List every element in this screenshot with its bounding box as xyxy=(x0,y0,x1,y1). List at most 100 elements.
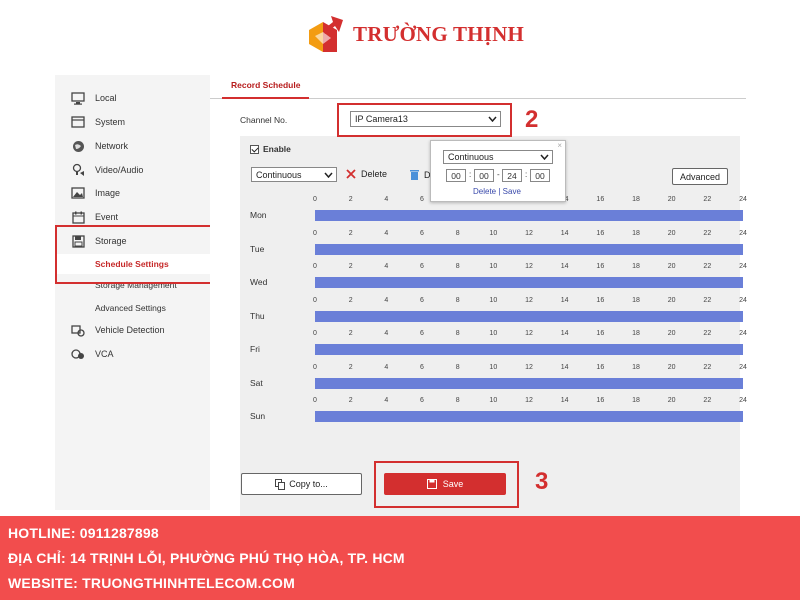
hour-tick-label: 0 xyxy=(313,229,317,237)
trash-icon xyxy=(410,170,419,180)
close-icon[interactable]: × xyxy=(557,141,562,150)
sidebar-item-image[interactable]: Image xyxy=(55,182,210,204)
popup-save-link[interactable]: Save xyxy=(503,187,521,196)
hour-tick-label: 16 xyxy=(596,330,605,337)
hour-tick-label: 12 xyxy=(525,397,533,404)
hour-tick-label: 16 xyxy=(596,363,605,371)
sidebar-item-label: Network xyxy=(95,141,129,151)
tab-bar: Record Schedule xyxy=(210,73,746,99)
hour-tick-label: 2 xyxy=(348,296,353,304)
start-hour-input[interactable]: 00 xyxy=(446,169,466,182)
monitor-icon xyxy=(70,90,86,106)
sidebar-item-local[interactable]: Local xyxy=(55,87,210,109)
enable-checkbox[interactable]: Enable xyxy=(250,144,291,154)
hour-tick-label: 24 xyxy=(739,296,747,304)
recording-segment-bar[interactable] xyxy=(315,411,743,422)
hour-tick-label: 0 xyxy=(313,363,317,371)
hour-tick-label: 16 xyxy=(596,397,605,404)
popup-delete-link[interactable]: Delete xyxy=(473,187,496,196)
globe-icon xyxy=(70,138,86,154)
hour-tick-label: 20 xyxy=(667,397,676,404)
sidebar-subitem-advanced-settings[interactable]: Advanced Settings xyxy=(55,298,210,318)
day-label: Thu xyxy=(250,310,265,321)
hour-tick-label: 16 xyxy=(596,229,605,237)
hour-tick-label: 22 xyxy=(703,263,712,270)
sidebar-item-vca[interactable]: VCA xyxy=(55,343,210,365)
record-type-select[interactable]: Continuous xyxy=(251,167,337,182)
end-minute-input[interactable]: 00 xyxy=(530,169,550,182)
hour-tick-label: 24 xyxy=(739,330,747,337)
recording-segment-bar[interactable] xyxy=(315,277,743,288)
hour-tick-label: 12 xyxy=(525,229,533,237)
hour-tick-label: 6 xyxy=(420,397,424,404)
time-edit-popup: × Continuous 00 : 00 - 24 : 00 Delete | … xyxy=(430,140,566,202)
delete-button[interactable]: Delete xyxy=(346,169,387,179)
end-hour-input[interactable]: 24 xyxy=(502,169,522,182)
hour-tick-label: 16 xyxy=(596,296,605,304)
website-text: WEBSITE: TRUONGTHINHTELECOM.COM xyxy=(8,575,295,591)
hour-tick-label: 14 xyxy=(560,330,569,337)
hour-tick-label: 24 xyxy=(739,263,747,270)
schedule-row-sat: Sat 0 2 4 6 8 10 12 14 16 18 20 22 24 xyxy=(240,363,747,397)
tab-record-schedule[interactable]: Record Schedule xyxy=(222,73,310,99)
channel-label: Channel No. xyxy=(240,115,288,125)
hotline-text: HOTLINE: 0911287898 xyxy=(8,525,159,541)
hour-tick-label: 12 xyxy=(525,296,533,304)
sidebar-item-label: Event xyxy=(95,212,119,222)
hour-tick-label: 18 xyxy=(632,296,640,304)
step-number-2: 2 xyxy=(525,106,539,133)
hour-tick-label: 8 xyxy=(455,296,460,304)
contact-banner: HOTLINE: 0911287898 ĐỊA CHỈ: 14 TRỊNH LỖ… xyxy=(0,516,800,600)
delete-all-button[interactable]: D xyxy=(410,169,431,180)
recording-segment-bar[interactable] xyxy=(315,310,743,322)
popup-type-select[interactable]: Continuous xyxy=(443,150,553,164)
hour-tick-label: 6 xyxy=(420,229,424,237)
hour-tick-label: 4 xyxy=(384,296,389,304)
sidebar-item-network[interactable]: Network xyxy=(55,135,210,157)
recording-segment-bar[interactable] xyxy=(315,344,743,355)
sidebar-item-label: Local xyxy=(95,93,117,103)
hour-tick-label: 2 xyxy=(348,330,353,337)
image-icon xyxy=(70,185,86,201)
highlight-box-save xyxy=(374,461,519,508)
sidebar-item-vehicle-detection[interactable]: Vehicle Detection xyxy=(55,319,210,341)
hour-tick-label: 20 xyxy=(667,196,676,203)
hour-tick-label: 22 xyxy=(703,363,712,371)
hour-tick-label: 10 xyxy=(489,397,498,404)
sidebar-item-video-audio[interactable]: Video/Audio xyxy=(55,159,210,181)
hour-tick-label: 2 xyxy=(348,363,353,371)
hour-tick-label: 10 xyxy=(489,296,498,304)
hour-tick-label: 4 xyxy=(384,196,389,203)
schedule-row-wed: Wed 0 2 4 6 8 10 12 14 16 18 20 22 24 xyxy=(240,263,747,296)
copy-to-button[interactable]: Copy to... xyxy=(241,473,362,495)
hour-tick-label: 10 xyxy=(489,330,498,337)
hour-tick-label: 18 xyxy=(632,397,640,404)
recording-segment-bar[interactable] xyxy=(315,377,743,389)
day-label: Sat xyxy=(250,377,263,388)
hour-tick-label: 22 xyxy=(703,196,712,203)
recording-segment-bar[interactable] xyxy=(315,210,743,221)
hour-tick-label: 18 xyxy=(632,229,640,237)
hour-tick-label: 12 xyxy=(525,363,533,371)
hour-tick-label: 14 xyxy=(560,229,569,237)
hour-tick-label: 8 xyxy=(455,229,460,237)
hour-tick-label: 20 xyxy=(667,363,676,371)
recording-segment-bar[interactable] xyxy=(315,243,743,255)
schedule-row-sun: Sun 0 2 4 6 8 10 12 14 16 18 20 22 24 xyxy=(240,397,747,430)
record-type-value: Continuous xyxy=(256,169,302,180)
hour-tick-label: 0 xyxy=(313,263,317,270)
sidebar-item-system[interactable]: System xyxy=(55,111,210,133)
sidebar-item-label: Video/Audio xyxy=(95,165,144,175)
sidebar-subitem-label: Advanced Settings xyxy=(95,303,166,313)
sidebar-item-label: Image xyxy=(95,188,121,198)
day-label: Tue xyxy=(250,243,265,254)
address-text: ĐỊA CHỈ: 14 TRỊNH LỖI, PHƯỜNG PHÚ THỌ HÒ… xyxy=(8,550,405,566)
hour-tick-label: 18 xyxy=(632,330,640,337)
hour-tick-label: 22 xyxy=(703,330,712,337)
hour-tick-label: 4 xyxy=(384,229,389,237)
start-minute-input[interactable]: 00 xyxy=(474,169,494,182)
brand-logo-mark xyxy=(309,16,343,52)
sidebar-nav: Local System Network Video/Audio Image E… xyxy=(55,75,210,510)
hour-tick-label: 6 xyxy=(420,363,424,371)
advanced-button[interactable]: Advanced xyxy=(672,168,728,185)
